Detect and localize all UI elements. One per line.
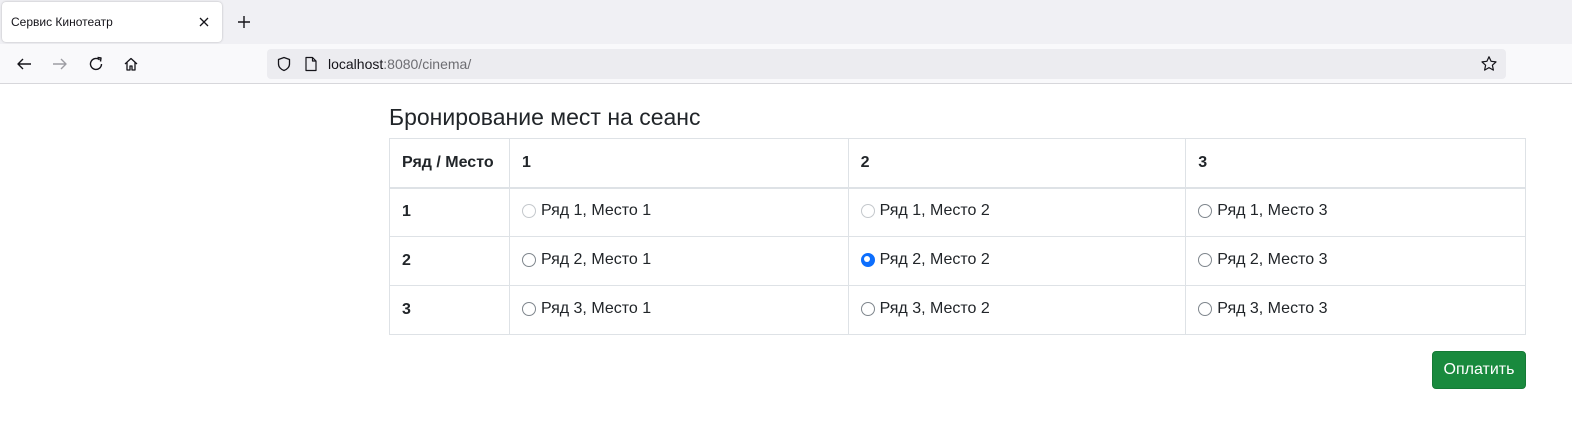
column-header: 3 [1185,138,1526,189]
seat-radio[interactable] [521,252,536,267]
url-host: localhost [328,56,384,72]
seat-option[interactable]: Ряд 3, Место 3 [1198,300,1327,318]
nav-bar: localhost:8080/cinema/ [0,44,1572,84]
seat-label: Ряд 2, Место 1 [540,250,652,268]
seat-cell: Ряд 2, Место 1 [508,236,849,286]
seat-label: Ряд 3, Место 3 [1217,299,1328,317]
seat-radio [521,203,536,218]
seat-label: Ряд 1, Место 1 [540,201,652,219]
reload-icon[interactable] [84,52,108,76]
seat-radio[interactable] [1198,301,1213,316]
browser-tab[interactable]: Сервис Кинотеатр [2,2,222,42]
seat-radio[interactable] [860,301,875,316]
seat-option[interactable]: Ряд 3, Место 2 [860,299,990,318]
seat-radio[interactable] [860,252,875,267]
seat-option[interactable]: Ряд 2, Место 2 [860,250,990,269]
seat-label: Ряд 2, Место 3 [1217,250,1328,268]
row-header: 2 [389,236,510,286]
url-bar[interactable]: localhost:8080/cinema/ [267,49,1506,79]
seat-option: Ряд 1, Место 1 [521,201,652,220]
seat-table: Ряд / Место 1 2 3 1 Ряд 1, Место 1 Ряд 1, … [389,138,1526,335]
table-header-row: Ряд / Место 1 2 3 [389,138,1526,189]
seat-option[interactable]: Ряд 2, Место 1 [521,250,652,269]
home-icon[interactable] [119,52,143,76]
seat-cell: Ряд 1, Место 1 [508,187,849,237]
seat-radio[interactable] [1198,203,1213,218]
seat-label: Ряд 3, Место 1 [540,299,652,317]
corner-header: Ряд / Место [389,138,510,189]
seat-cell: Ряд 1, Место 3 [1185,187,1526,237]
seat-label: Ряд 2, Место 2 [879,250,990,268]
seat-label: Ряд 1, Место 2 [879,201,990,219]
table-row: 2 Ряд 2, Место 1 Ряд 2, Место 2 Ряд 2, Мест… [389,236,1526,286]
page-title: Бронирование мест на сеанс [389,104,701,130]
table-row: 3 Ряд 3, Место 1 Ряд 3, Место 2 Ряд 3, Мест… [389,285,1526,335]
seat-cell: Ряд 3, Место 3 [1185,285,1526,335]
seat-cell: Ряд 2, Место 2 [847,236,1187,286]
star-icon[interactable] [1480,55,1498,73]
row-header: 3 [389,285,510,335]
seat-option[interactable]: Ряд 3, Место 1 [521,299,652,318]
seat-radio[interactable] [1198,252,1213,267]
plus-icon[interactable] [234,12,254,32]
seat-cell: Ряд 3, Место 2 [847,285,1187,335]
page-icon [304,56,318,72]
column-header: 1 [508,138,849,189]
seat-cell: Ряд 3, Место 1 [508,285,849,335]
pay-button[interactable]: Оплатить [1432,351,1526,389]
seat-label: Ряд 1, Место 3 [1217,201,1328,219]
table-row: 1 Ряд 1, Место 1 Ряд 1, Место 2 Ряд 1, Мест… [389,187,1526,237]
close-icon[interactable] [196,14,212,30]
tab-title: Сервис Кинотеатр [11,15,113,29]
back-arrow-icon[interactable] [12,52,36,76]
forward-arrow-icon[interactable] [48,52,72,76]
seat-radio [860,203,875,218]
seat-radio[interactable] [521,301,536,316]
url-text: localhost:8080/cinema/ [328,56,471,72]
url-path: :8080/cinema/ [383,56,472,72]
tab-strip: Сервис Кинотеатр [0,0,1572,44]
seat-option[interactable]: Ряд 2, Место 3 [1198,251,1327,269]
seat-label: Ряд 3, Место 2 [879,299,990,317]
seat-option[interactable]: Ряд 1, Место 3 [1198,202,1327,220]
seat-cell: Ряд 2, Место 3 [1185,236,1526,286]
seat-option: Ряд 1, Место 2 [860,201,990,220]
shield-icon[interactable] [276,56,292,72]
row-header: 1 [389,187,510,237]
seat-cell: Ряд 1, Место 2 [847,187,1187,237]
column-header: 2 [847,138,1187,189]
